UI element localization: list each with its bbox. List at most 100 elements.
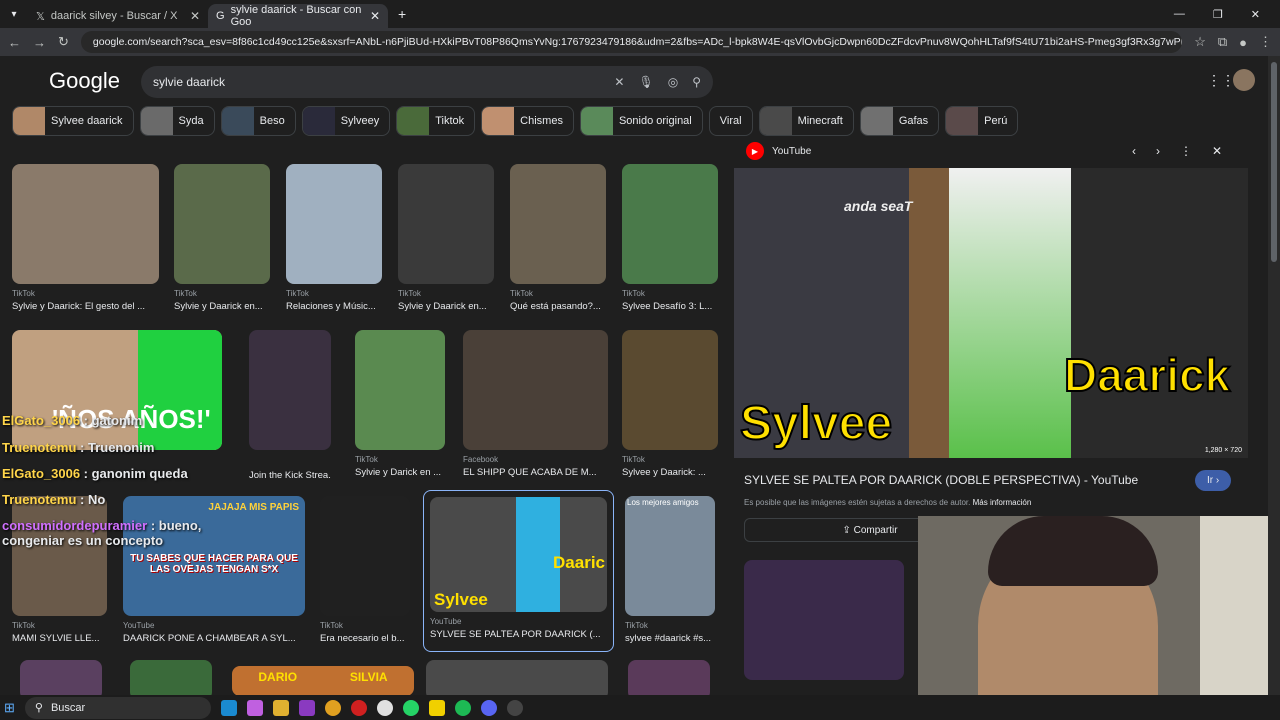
result-card[interactable]: TikTok Sylvie y Daarick en... bbox=[398, 164, 494, 312]
result-card[interactable]: TikTok Sylvee Desafío 3: L... bbox=[622, 164, 718, 312]
chip[interactable]: Sonido original bbox=[579, 106, 703, 136]
scrollbar[interactable] bbox=[1268, 56, 1280, 696]
share-icon: ⇪ bbox=[842, 524, 854, 536]
result-card[interactable] bbox=[20, 660, 102, 695]
chip[interactable]: Gafas bbox=[859, 106, 940, 136]
result-card[interactable] bbox=[130, 660, 212, 695]
x-icon: 𝕏 bbox=[36, 10, 45, 23]
chat-line: ElGato_3006 : gatonim bbox=[2, 413, 143, 428]
related-thumbnail[interactable] bbox=[744, 560, 904, 680]
search-icon[interactable]: ⚲ bbox=[692, 75, 701, 89]
tab-bar: ▾ 𝕏daarick silvey - Buscar / X ✕ Gsylvie … bbox=[0, 0, 1280, 28]
taskbar: ⊞ ⚲ Buscar bbox=[0, 695, 1280, 720]
result-card[interactable]: Facebook EL SHIPP QUE ACABA DE M... bbox=[463, 330, 608, 478]
chip[interactable]: Minecraft bbox=[758, 106, 854, 136]
chip[interactable]: Syda bbox=[139, 106, 215, 136]
result-card[interactable]: TikTok Qué está pasando?... bbox=[510, 164, 606, 312]
result-card[interactable]: TikTok Sylvie y Daarick: El gesto del ... bbox=[12, 164, 159, 312]
preview-image[interactable]: anda seaT Sylvee Daarick 1,280 × 720 bbox=[734, 168, 1248, 458]
search-input[interactable]: sylvie daarick bbox=[153, 75, 225, 89]
chip[interactable]: Viral bbox=[708, 106, 753, 136]
copyright-note: Es posible que las imágenes estén sujeta… bbox=[744, 498, 1032, 507]
chip[interactable]: Perú bbox=[945, 106, 1019, 136]
notes-icon[interactable] bbox=[428, 699, 445, 716]
panel-source[interactable]: YouTube bbox=[772, 146, 811, 157]
avatar[interactable] bbox=[1233, 69, 1255, 91]
apps-icon[interactable]: ⋮⋮ bbox=[1207, 72, 1235, 89]
whatsapp-icon[interactable] bbox=[402, 699, 419, 716]
profile-icon[interactable]: ● bbox=[1239, 35, 1247, 50]
nav-arrows: ‹›⋮✕ bbox=[1132, 144, 1242, 158]
go-button[interactable]: Ir › bbox=[1195, 470, 1232, 491]
extensions-icon[interactable]: ⧉ bbox=[1218, 34, 1227, 50]
panel-title[interactable]: SYLVEE SE PALTEA POR DAARICK (DOBLE PERS… bbox=[744, 473, 1138, 487]
search-icon: ⚲ bbox=[34, 702, 43, 714]
result-card[interactable] bbox=[426, 660, 608, 695]
app-icon[interactable] bbox=[298, 699, 315, 716]
result-card-selected[interactable]: Sylvee Daaric YouTube SYLVEE SE PALTEA POR … bbox=[423, 490, 614, 652]
url-field[interactable]: google.com/search?sca_esv=8f86c1cd49cc12… bbox=[80, 31, 1183, 53]
back-icon[interactable]: ← bbox=[8, 35, 21, 50]
result-card[interactable]: DARIO SILVIA bbox=[232, 666, 414, 695]
more-icon[interactable]: ⋮ bbox=[1259, 34, 1272, 50]
result-card[interactable]: TikTok Sylvee y Daarick: ... bbox=[622, 330, 718, 478]
minimize-icon[interactable]: — bbox=[1174, 8, 1185, 21]
close-icon[interactable]: ✕ bbox=[1212, 144, 1242, 158]
close-window-icon[interactable]: ✕ bbox=[1251, 8, 1260, 21]
result-card[interactable]: TikTok Era necesario el b... bbox=[320, 496, 410, 644]
google-logo[interactable]: Google bbox=[49, 68, 120, 94]
result-card[interactable]: Los mejores amigos TikTok sylvee #daarick … bbox=[625, 496, 715, 644]
youtube-icon: ▶ bbox=[746, 142, 764, 160]
result-card[interactable]: TikTok Sylvie y Darick en ... bbox=[355, 330, 445, 478]
tab-x[interactable]: 𝕏daarick silvey - Buscar / X ✕ bbox=[28, 4, 208, 28]
result-card[interactable]: TikTok Relaciones y Músic... bbox=[286, 164, 382, 312]
taskbar-search[interactable]: ⚲ Buscar bbox=[24, 696, 211, 719]
result-card[interactable]: 'ÑOS AÑOS!' bbox=[12, 330, 222, 450]
more-info-link[interactable]: Más información bbox=[973, 498, 1032, 507]
url-text: google.com/search?sca_esv=8f86c1cd49cc12… bbox=[92, 36, 1183, 48]
close-tab-icon[interactable]: ✕ bbox=[190, 9, 200, 23]
tab-menu-icon[interactable]: ▾ bbox=[0, 9, 28, 20]
chat-line: ElGato_3006 : ganonim queda bbox=[2, 466, 188, 481]
search-box[interactable]: sylvie daarick ✕ 🎙 ◎ ⚲ bbox=[141, 66, 713, 98]
windows-start-icon[interactable]: ⊞ bbox=[4, 700, 15, 716]
google-header: Google sylvie daarick ✕ 🎙 ◎ ⚲ ⋮⋮ bbox=[0, 56, 1280, 106]
tab-google[interactable]: Gsylvie daarick - Buscar con Goo ✕ bbox=[208, 4, 388, 28]
mic-icon[interactable]: 🎙 bbox=[638, 75, 653, 89]
google-icon: G bbox=[216, 10, 225, 22]
chrome-icon[interactable] bbox=[324, 699, 341, 716]
chip-row: Sylvee daarick Syda Beso Sylveey Tiktok … bbox=[0, 106, 1280, 136]
chip[interactable]: Sylvee daarick bbox=[12, 106, 134, 136]
obs-icon[interactable] bbox=[506, 699, 523, 716]
chat-line: consumidordepuramier : bueno, congeniar … bbox=[2, 518, 202, 548]
close-tab-icon[interactable]: ✕ bbox=[370, 9, 380, 23]
chip[interactable]: Tiktok bbox=[396, 106, 476, 136]
forward-icon[interactable]: → bbox=[33, 35, 46, 50]
chatgpt-icon[interactable] bbox=[376, 699, 393, 716]
webcam-overlay bbox=[918, 516, 1280, 720]
bookmark-icon[interactable]: ☆ bbox=[1194, 34, 1206, 50]
reload-icon[interactable]: ↻ bbox=[58, 34, 69, 50]
more-icon[interactable]: ⋮ bbox=[1180, 144, 1212, 158]
lens-icon[interactable]: ◎ bbox=[668, 75, 678, 89]
opera-icon[interactable] bbox=[350, 699, 367, 716]
edge-icon[interactable] bbox=[220, 699, 237, 716]
result-card[interactable]: Join the Kick Strea... bbox=[249, 330, 331, 481]
chip[interactable]: Beso bbox=[220, 106, 296, 136]
address-bar: ← → ↻ google.com/search?sca_esv=8f86c1cd… bbox=[0, 28, 1280, 56]
prev-icon[interactable]: ‹ bbox=[1132, 144, 1156, 158]
clear-icon[interactable]: ✕ bbox=[614, 75, 624, 89]
chip[interactable]: Sylveey bbox=[301, 106, 391, 136]
discord-icon[interactable] bbox=[480, 699, 497, 716]
result-card[interactable]: TikTok Sylvie y Daarick en... bbox=[174, 164, 270, 312]
next-icon[interactable]: › bbox=[1156, 144, 1180, 158]
chip[interactable]: Chismes bbox=[481, 106, 574, 136]
copilot-icon[interactable] bbox=[246, 699, 263, 716]
restore-icon[interactable]: ❐ bbox=[1213, 8, 1223, 21]
chat-line: Truenotemu : No bbox=[2, 492, 106, 507]
new-tab-button[interactable]: + bbox=[388, 6, 416, 22]
chat-line: Truenotemu : Truenonim bbox=[2, 440, 155, 455]
result-card[interactable] bbox=[628, 660, 710, 695]
explorer-icon[interactable] bbox=[272, 699, 289, 716]
spotify-icon[interactable] bbox=[454, 699, 471, 716]
